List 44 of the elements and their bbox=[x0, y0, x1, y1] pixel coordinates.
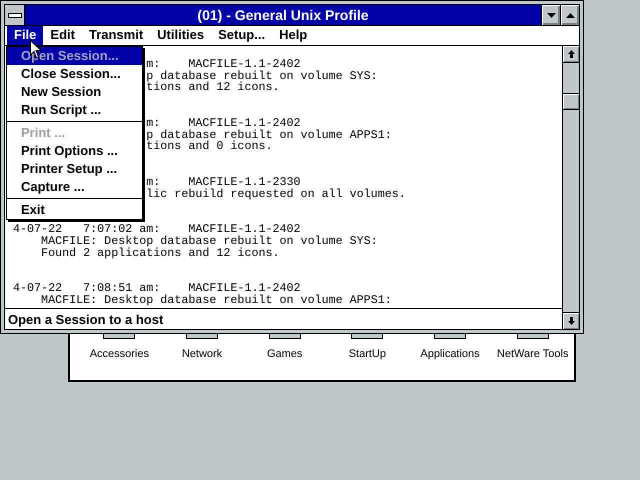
terminal-line: p database rebuilt on volume SYS: bbox=[146, 70, 378, 82]
group-label[interactable]: Network bbox=[182, 348, 222, 360]
group-label[interactable]: StartUp bbox=[348, 348, 386, 360]
window-title: (01) - General Unix Profile bbox=[25, 5, 541, 25]
group-icon[interactable] bbox=[103, 334, 136, 339]
terminal-line: tions and 12 icons. bbox=[146, 82, 280, 94]
terminal-line: m: MACFILE-1.1-2402 bbox=[146, 58, 301, 71]
group-icon[interactable] bbox=[434, 334, 466, 339]
status-bar: Open a Session to a host bbox=[5, 308, 562, 329]
scroll-thumb[interactable] bbox=[563, 93, 579, 110]
group-label[interactable]: Accessories bbox=[90, 348, 149, 360]
scroll-up-button[interactable] bbox=[563, 46, 579, 63]
menu-item[interactable]: Utilities bbox=[150, 26, 212, 45]
menu-item[interactable]: Transmit bbox=[82, 26, 150, 45]
group-label[interactable]: Games bbox=[266, 348, 302, 360]
group-label[interactable]: NetWare Tools bbox=[496, 348, 568, 360]
terminal-line: Found 2 applications and 12 icons. bbox=[40, 248, 280, 260]
down-arrow-icon bbox=[568, 317, 574, 325]
terminal-line: m: MACFILE-1.1-2330 bbox=[146, 176, 301, 189]
terminal-line: p database rebuilt on volume APPS1: bbox=[146, 130, 392, 142]
terminal-line: MACFILE: Desktop database rebuilt on volume SYS: bbox=[40, 236, 378, 248]
up-arrow-icon bbox=[568, 50, 574, 58]
menu-item[interactable]: Setup... bbox=[211, 26, 272, 45]
terminal-line: MACFILE: Desktop database rebuilt on volume APPS1: bbox=[40, 294, 392, 307]
group-icon[interactable] bbox=[351, 334, 384, 339]
group-icon[interactable] bbox=[516, 334, 549, 339]
group-icon[interactable] bbox=[268, 334, 301, 339]
menu-item[interactable]: File bbox=[7, 26, 44, 45]
menu-item[interactable]: Edit bbox=[43, 26, 82, 45]
menu-item[interactable]: Help bbox=[272, 26, 314, 45]
scroll-down-button[interactable] bbox=[563, 312, 579, 329]
down-triangle-icon bbox=[546, 12, 556, 18]
maximize-button[interactable] bbox=[560, 5, 579, 25]
terminal-line: lic rebuild requested on all volumes. bbox=[146, 188, 406, 200]
vertical-scrollbar[interactable] bbox=[562, 46, 579, 329]
group-icon[interactable] bbox=[186, 334, 218, 339]
terminal-line: 4-07-22 7:08:51 am: MACFILE-1.1-2402 bbox=[13, 282, 301, 295]
group-label[interactable]: Applications bbox=[420, 348, 480, 360]
terminal-line: tions and 0 icons. bbox=[146, 141, 272, 154]
terminal-line: 4-07-22 7:07:02 am: MACFILE-1.1-2402 bbox=[13, 224, 301, 236]
terminal-line: m: MACFILE-1.1-2402 bbox=[146, 118, 301, 130]
control-menu-button[interactable] bbox=[5, 5, 25, 25]
up-triangle-icon bbox=[566, 12, 574, 18]
minimize-button[interactable] bbox=[541, 5, 560, 25]
